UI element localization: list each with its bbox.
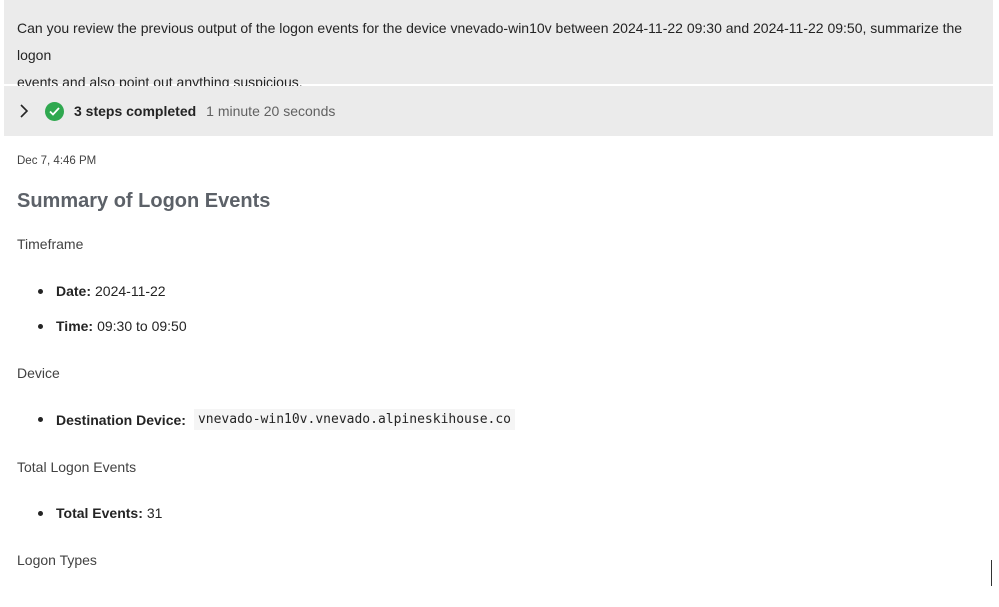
time-label: Time: bbox=[56, 318, 94, 334]
date-value: 2024-11-22 bbox=[95, 283, 166, 299]
section-timeframe: Timeframe bbox=[17, 236, 84, 252]
response-heading: Summary of Logon Events bbox=[17, 190, 271, 212]
steps-expander[interactable]: 3 steps completed 1 minute 20 seconds bbox=[4, 86, 993, 136]
section-device: Device bbox=[17, 365, 60, 381]
list-item-destination-device: Destination Device: vnevado-win10v.vneva… bbox=[38, 409, 516, 430]
list-item-time: Time: 09:30 to 09:50 bbox=[38, 318, 187, 334]
section-total-logon-events: Total Logon Events bbox=[17, 459, 137, 475]
total-events-label: Total Events: bbox=[56, 505, 143, 521]
steps-duration: 1 minute 20 seconds bbox=[206, 103, 336, 119]
date-label: Date: bbox=[56, 283, 92, 299]
time-value: 09:30 to 09:50 bbox=[97, 318, 187, 334]
list-item-total-events: Total Events: 31 bbox=[38, 505, 162, 521]
list-item-date: Date: 2024-11-22 bbox=[38, 283, 166, 299]
total-events-value: 31 bbox=[146, 505, 163, 521]
bullet-dot bbox=[38, 417, 43, 422]
check-circle-icon bbox=[45, 101, 64, 121]
section-logon-types: Logon Types bbox=[17, 552, 97, 568]
text-cursor bbox=[991, 560, 992, 586]
bullet-dot bbox=[38, 510, 43, 516]
steps-completed-label: 3 steps completed bbox=[74, 103, 197, 119]
user-prompt: Can you review the previous output of th… bbox=[4, 0, 993, 90]
response-timestamp: Dec 7, 4:46 PM bbox=[17, 155, 97, 167]
chevron-right-icon[interactable] bbox=[16, 103, 32, 119]
prompt-line-1: Can you review the previous output of th… bbox=[17, 20, 963, 63]
bullet-dot bbox=[38, 323, 43, 329]
destination-device-label: Destination Device: bbox=[56, 411, 186, 428]
bullet-dot bbox=[38, 288, 43, 294]
destination-device-value: vnevado-win10v.vnevado.alpineskihouse.co bbox=[193, 409, 516, 430]
